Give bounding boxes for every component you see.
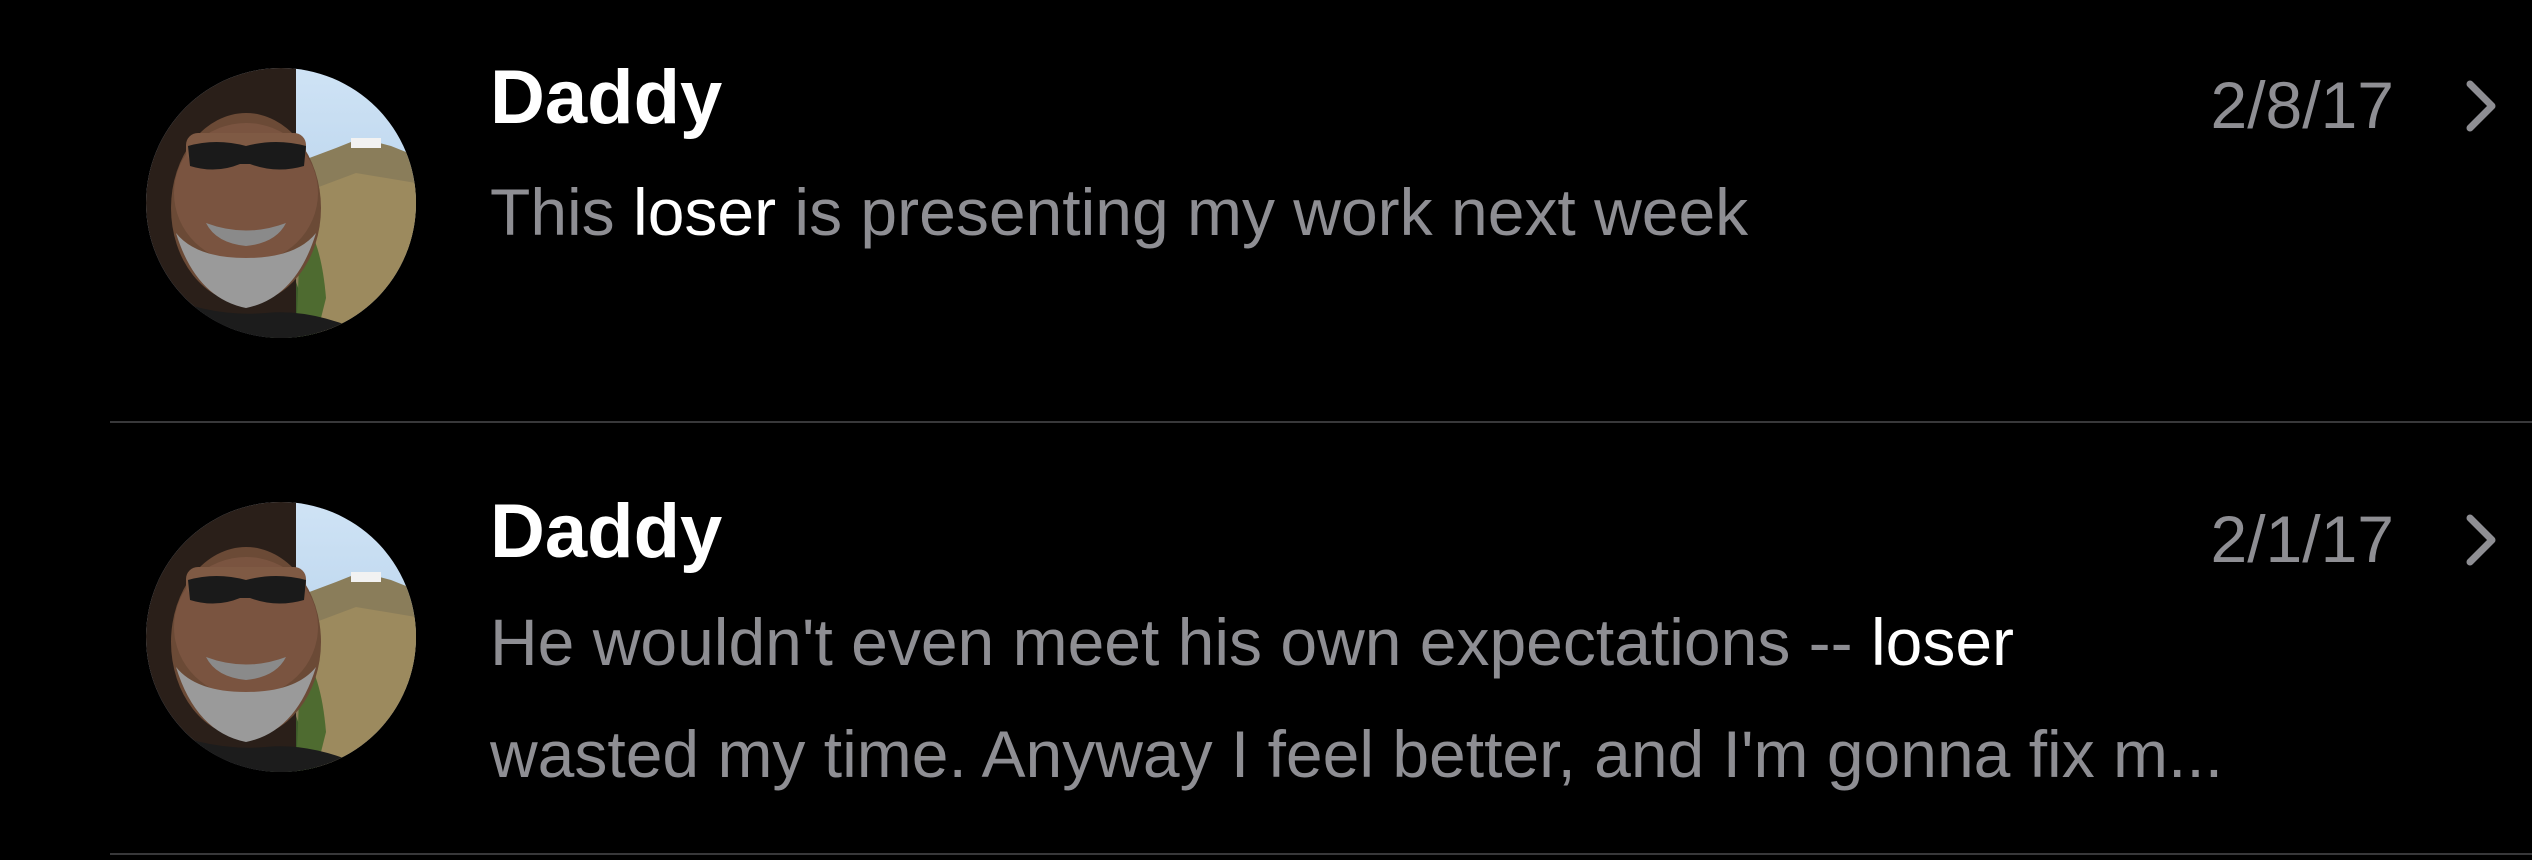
- message-row[interactable]: Daddy 2/8/17 This loser is presenting my…: [0, 0, 2532, 422]
- sender-name: Daddy: [490, 55, 723, 140]
- contact-photo-icon: [146, 68, 416, 338]
- contact-photo-icon: [146, 502, 416, 772]
- chevron-right-icon: [2456, 76, 2506, 136]
- message-row[interactable]: Daddy 2/1/17 He wouldn't even meet his o…: [0, 424, 2532, 856]
- preview-text: He wouldn't even meet his own expectatio…: [490, 605, 1871, 679]
- preview-text: is presenting my work next week: [776, 175, 1749, 249]
- row-separator: [110, 853, 2532, 855]
- message-preview-line: wasted my time. Anyway I feel better, an…: [490, 717, 2224, 791]
- search-match-highlight: loser: [633, 175, 777, 249]
- row-separator: [110, 421, 2532, 423]
- preview-text: This: [490, 175, 634, 249]
- message-preview: This loser is presenting my work next we…: [490, 156, 2480, 268]
- sender-name: Daddy: [490, 489, 723, 574]
- chevron-right-icon: [2456, 510, 2506, 570]
- search-match-highlight: loser: [1870, 605, 2015, 679]
- message-date: 2/1/17: [2210, 502, 2395, 576]
- message-preview-line: He wouldn't even meet his own expectatio…: [490, 586, 2480, 698]
- message-date: 2/8/17: [2210, 68, 2395, 142]
